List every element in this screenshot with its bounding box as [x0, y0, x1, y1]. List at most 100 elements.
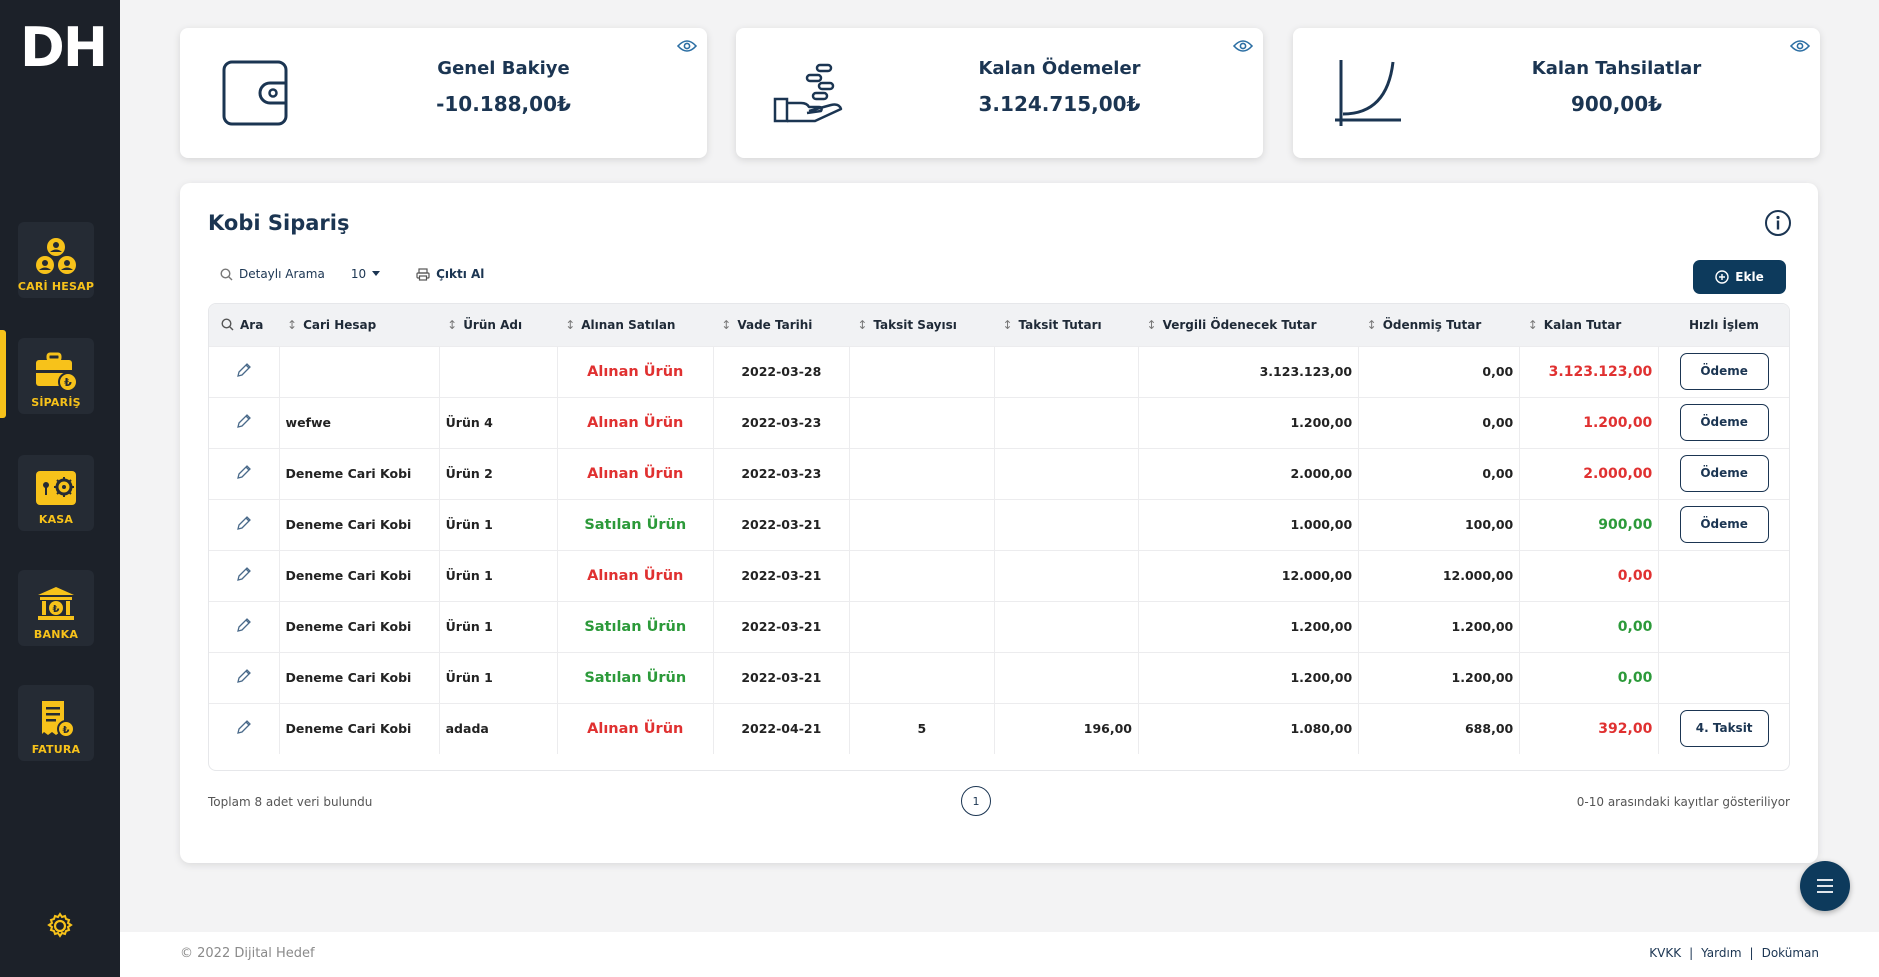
column-odenmis-tutar[interactable]: ↕ Ödenmiş Tutar [1359, 304, 1520, 346]
cell-vade-tarihi: 2022-03-21 [713, 499, 850, 550]
cell-taksit-tutari [994, 550, 1140, 601]
column-vergili-odenecek[interactable]: ↕ Vergili Ödenecek Tutar [1139, 304, 1359, 346]
total-count: Toplam 8 adet veri bulundu [208, 795, 373, 809]
sidebar-item-siparis[interactable]: ₺ SİPARİŞ [18, 338, 94, 414]
sort-icon: ↕ [287, 317, 298, 332]
pencil-icon[interactable] [236, 464, 252, 480]
cell-kalan-tutar: 392,00 [1519, 703, 1660, 754]
cell-vergili-odenecek: 1.000,00 [1138, 499, 1360, 550]
eye-icon[interactable] [677, 38, 697, 54]
page-size-select[interactable]: 10 [351, 267, 381, 281]
pagination-page-1[interactable]: 1 [961, 786, 991, 816]
cell-vade-tarihi: 2022-04-21 [713, 703, 850, 754]
cell-taksit-sayisi [849, 550, 995, 601]
separator: | [1689, 946, 1694, 960]
sidebar: DH CARİ HESAP ₺ SİPARİŞ KASA ₺ BANKA ₺ F… [0, 0, 120, 977]
edit-cell[interactable] [209, 601, 280, 652]
brand-logo[interactable]: DH [20, 16, 108, 80]
print-button[interactable]: Çıktı Al [416, 267, 484, 281]
briefcase-lira-icon: ₺ [34, 352, 78, 392]
cell-odenmis-tutar: 12.000,00 [1358, 550, 1521, 601]
cell-kalan-tutar: 3.123.123,00 [1519, 346, 1660, 397]
eye-icon[interactable] [1790, 38, 1810, 54]
column-vade-tarihi[interactable]: ↕ Vade Tarihi [713, 304, 849, 346]
cell-taksit-sayisi: 5 [849, 703, 995, 754]
sidebar-item-banka[interactable]: ₺ BANKA [18, 570, 94, 646]
cell-alinan-satilan: Alınan Ürün [557, 703, 714, 754]
cell-hizli-islem [1659, 550, 1789, 601]
edit-cell[interactable] [209, 652, 280, 703]
card-value: 900,00₺ [1570, 92, 1663, 116]
cell-kalan-tutar: 900,00 [1519, 499, 1660, 550]
edit-cell[interactable] [209, 703, 280, 754]
cell-cari-hesap [279, 346, 440, 397]
column-taksit-sayisi[interactable]: ↕ Taksit Sayısı [849, 304, 994, 346]
cell-urun-adi: Ürün 4 [439, 397, 558, 448]
cell-kalan-tutar: 0,00 [1519, 652, 1660, 703]
card-value: 3.124.715,00₺ [978, 92, 1141, 116]
pencil-icon[interactable] [236, 566, 252, 582]
pencil-icon[interactable] [236, 515, 252, 531]
edit-cell[interactable] [209, 346, 280, 397]
eye-icon[interactable] [1233, 38, 1253, 54]
payment-button[interactable]: Ödeme [1679, 404, 1769, 441]
add-button[interactable]: Ekle [1693, 260, 1786, 294]
installment-button[interactable]: 4. Taksit [1679, 710, 1769, 748]
add-label: Ekle [1735, 270, 1764, 284]
menu-fab-button[interactable] [1800, 861, 1850, 911]
cell-kalan-tutar: 1.200,00 [1519, 397, 1660, 448]
cell-cari-hesap: Deneme Cari Kobi [279, 499, 440, 550]
cell-vergili-odenecek: 12.000,00 [1138, 550, 1360, 601]
cell-cari-hesap: Deneme Cari Kobi [279, 703, 440, 754]
cell-urun-adi: Ürün 2 [439, 448, 558, 499]
table-row: Deneme Cari Kobi adada Alınan Ürün 2022-04-… [209, 703, 1789, 754]
sidebar-item-kasa[interactable]: KASA [18, 455, 94, 531]
copyright: © 2022 Dijital Hedef [180, 946, 315, 961]
sidebar-item-fatura[interactable]: ₺ FATURA [18, 685, 94, 761]
settings-button[interactable] [44, 910, 76, 942]
cell-vade-tarihi: 2022-03-21 [713, 652, 850, 703]
card-kalan-odemeler: Kalan Ödemeler 3.124.715,00₺ [736, 28, 1263, 158]
table-header: Ara ↕ Cari Hesap ↕ Ürün Adı ↕ Alınan Satıla… [209, 304, 1789, 346]
cell-odenmis-tutar: 0,00 [1358, 448, 1521, 499]
detailed-search-button[interactable]: Detaylı Arama [220, 267, 325, 281]
pencil-icon[interactable] [236, 413, 252, 429]
cell-hizli-islem: Ödeme [1659, 448, 1789, 499]
pencil-icon[interactable] [236, 719, 252, 735]
payment-button[interactable]: Ödeme [1679, 455, 1769, 492]
edit-cell[interactable] [209, 397, 280, 448]
cell-cari-hesap: Deneme Cari Kobi [279, 652, 440, 703]
info-icon [1765, 210, 1791, 236]
edit-cell[interactable] [209, 499, 280, 550]
edit-cell[interactable] [209, 550, 280, 601]
sort-icon: ↕ [1527, 317, 1538, 332]
footer-link-dokuman[interactable]: Doküman [1762, 946, 1819, 960]
pencil-icon[interactable] [236, 617, 252, 633]
edit-cell[interactable] [209, 448, 280, 499]
column-taksit-tutari[interactable]: ↕ Taksit Tutarı [994, 304, 1138, 346]
payment-button[interactable]: Ödeme [1679, 353, 1769, 390]
cell-vade-tarihi: 2022-03-21 [713, 550, 850, 601]
column-alinan-satilan[interactable]: ↕ Alınan Satılan [557, 304, 713, 346]
footer-link-yardim[interactable]: Yardım [1701, 946, 1741, 960]
info-button[interactable] [1764, 209, 1792, 237]
range-info: 0-10 arasındaki kayıtlar gösteriliyor [1576, 795, 1790, 809]
footer-link-kvkk[interactable]: KVKK [1649, 946, 1681, 960]
sort-icon: ↕ [565, 317, 576, 332]
column-cari-hesap[interactable]: ↕ Cari Hesap [279, 304, 439, 346]
card-title: Kalan Ödemeler [978, 58, 1141, 79]
payment-button[interactable]: Ödeme [1679, 506, 1769, 543]
cell-alinan-satilan: Satılan Ürün [557, 499, 714, 550]
table-row: Deneme Cari Kobi Ürün 1 Satılan Ürün 2022-0… [209, 601, 1789, 652]
table-row: Alınan Ürün 2022-03-28 3.123.123,00 0,00 3.1… [209, 346, 1789, 397]
column-search[interactable]: Ara [209, 304, 279, 346]
cell-taksit-tutari: 196,00 [994, 703, 1140, 754]
sidebar-item-cari-hesap[interactable]: CARİ HESAP [18, 222, 94, 298]
cell-hizli-islem: 4. Taksit [1659, 703, 1789, 754]
column-urun-adi[interactable]: ↕ Ürün Adı [439, 304, 557, 346]
cell-taksit-sayisi [849, 346, 995, 397]
cell-hizli-islem: Ödeme [1659, 499, 1789, 550]
column-kalan-tutar[interactable]: ↕ Kalan Tutar [1520, 304, 1659, 346]
pencil-icon[interactable] [236, 362, 252, 378]
pencil-icon[interactable] [236, 668, 252, 684]
